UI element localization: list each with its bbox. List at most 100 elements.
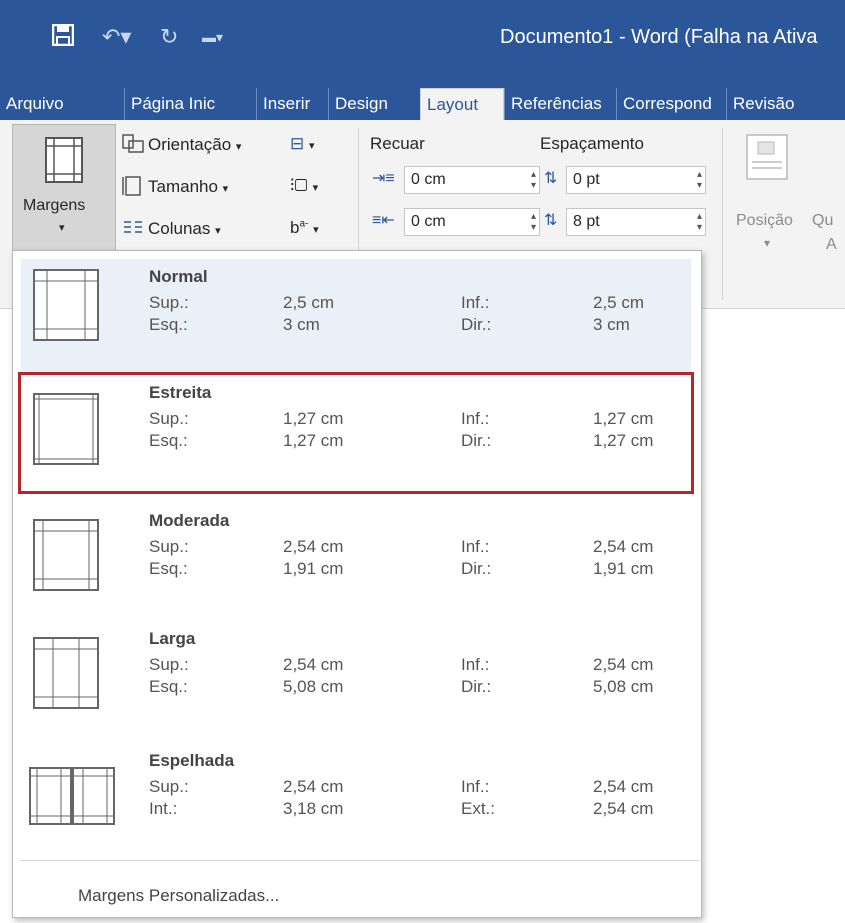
numeros-linha-button[interactable]: ⫶▢ ▾ bbox=[290, 176, 318, 196]
posicao-label[interactable]: Posição bbox=[736, 212, 793, 230]
margin-option-espelhada[interactable]: Espelhada Sup.: 2,54 cm Inf.: 2,54 cm In… bbox=[21, 743, 691, 859]
quebra-texto-label-line2: A bbox=[826, 236, 837, 253]
esq-value: 3 cm bbox=[283, 315, 320, 334]
title-bar: ↶▾ ↻ ▬▾ Documento1 - Word (Falha na Ativ… bbox=[0, 0, 845, 80]
chevron-down-icon: ▾ bbox=[312, 182, 319, 194]
margin-option-normal[interactable]: Normal Sup.: 2,5 cm Inf.: 2,5 cm Esq.: 3… bbox=[21, 259, 691, 375]
quebra-texto-label[interactable]: Qu bbox=[812, 212, 833, 230]
qat-customize-icon[interactable]: ▬▾ bbox=[202, 22, 223, 52]
ext-label: Ext.: bbox=[461, 799, 496, 818]
margin-option-name: Larga bbox=[149, 629, 196, 648]
space-after-value: 8 pt bbox=[573, 213, 600, 230]
sup-value: 2,54 cm bbox=[283, 537, 344, 556]
tamanho-label: Tamanho bbox=[148, 177, 218, 196]
margins-icon bbox=[45, 137, 83, 183]
esq-value: 5,08 cm bbox=[283, 677, 344, 696]
esq-value: 1,91 cm bbox=[283, 559, 344, 578]
inf-label: Inf.: bbox=[461, 293, 490, 312]
esq-value: 1,27 cm bbox=[283, 431, 344, 450]
space-before-input[interactable]: 0 pt ▴ ▾ bbox=[566, 166, 706, 194]
margin-option-name: Espelhada bbox=[149, 751, 235, 770]
spinner-icon[interactable]: ▴ ▾ bbox=[531, 169, 536, 191]
tab-referencias[interactable]: Referências bbox=[504, 88, 616, 120]
space-before-value: 0 pt bbox=[573, 171, 600, 188]
tab-design[interactable]: Design bbox=[328, 88, 420, 120]
tab-inserir[interactable]: Inserir bbox=[256, 88, 328, 120]
custom-margins-item[interactable]: Margens Personalizadas... bbox=[78, 886, 279, 906]
margens-label: Margens bbox=[23, 197, 86, 214]
margin-option-larga[interactable]: Larga Sup.: 2,54 cm Inf.: 2,54 cm Esq.: … bbox=[21, 621, 691, 737]
dir-value: 3 cm bbox=[593, 315, 630, 334]
dir-label: Dir.: bbox=[461, 559, 492, 578]
margin-option-name: Normal bbox=[149, 267, 208, 286]
position-icon[interactable] bbox=[746, 134, 788, 180]
spinner-icon[interactable]: ▴ ▾ bbox=[697, 169, 702, 191]
indent-left-value: 0 cm bbox=[411, 171, 446, 188]
dir-label: Dir.: bbox=[461, 677, 492, 696]
undo-icon[interactable]: ↶▾ bbox=[102, 22, 131, 52]
columns-icon bbox=[122, 218, 144, 238]
inf-value: 2,54 cm bbox=[593, 777, 654, 796]
recuar-label: Recuar bbox=[370, 134, 425, 153]
space-after-input[interactable]: 8 pt ▴ ▾ bbox=[566, 208, 706, 236]
sup-label: Sup.: bbox=[149, 409, 189, 428]
int-value: 3,18 cm bbox=[283, 799, 344, 818]
esq-label: Esq.: bbox=[149, 677, 188, 696]
esq-label: Esq.: bbox=[149, 315, 188, 334]
indent-right-input[interactable]: 0 cm ▴ ▾ bbox=[404, 208, 540, 236]
ext-value: 2,54 cm bbox=[593, 799, 654, 818]
tab-revisao[interactable]: Revisão bbox=[726, 88, 826, 120]
chevron-down-icon: ▾ bbox=[59, 222, 65, 234]
esq-label: Esq.: bbox=[149, 431, 188, 450]
chevron-down-icon: ▾ bbox=[235, 141, 242, 153]
tab-correspondencias[interactable]: Correspond bbox=[616, 88, 726, 120]
hyphenation-icon: ba- bbox=[290, 218, 309, 237]
inf-value: 1,27 cm bbox=[593, 409, 654, 428]
esq-label: Esq.: bbox=[149, 559, 188, 578]
margin-narrow-icon bbox=[33, 393, 99, 465]
size-icon bbox=[122, 176, 144, 196]
hifenizacao-button[interactable]: ba- ▾ bbox=[290, 218, 319, 238]
tab-layout[interactable]: Layout bbox=[420, 88, 504, 120]
indent-left-input[interactable]: 0 cm ▴ ▾ bbox=[404, 166, 540, 194]
redo-icon[interactable]: ↻ bbox=[160, 22, 178, 52]
quebras-button[interactable]: ⊟ ▾ bbox=[290, 134, 315, 154]
colunas-label: Colunas bbox=[148, 219, 211, 238]
margin-option-moderada[interactable]: Moderada Sup.: 2,54 cm Inf.: 2,54 cm Esq… bbox=[21, 503, 691, 619]
margin-option-estreita[interactable]: Estreita Sup.: 1,27 cm Inf.: 1,27 cm Esq… bbox=[18, 372, 694, 494]
margens-button[interactable]: Margens ▾ bbox=[12, 124, 116, 252]
sup-label: Sup.: bbox=[149, 777, 189, 796]
dir-label: Dir.: bbox=[461, 431, 492, 450]
dir-value: 5,08 cm bbox=[593, 677, 654, 696]
orientation-icon bbox=[122, 134, 144, 154]
ribbon-tabs: Arquivo Página Inic Inserir Design Layou… bbox=[0, 80, 845, 120]
margin-normal-icon bbox=[33, 269, 99, 341]
chevron-down-icon: ▾ bbox=[222, 183, 229, 195]
orientacao-button[interactable]: Orientação ▾ bbox=[122, 134, 241, 155]
dir-value: 1,27 cm bbox=[593, 431, 654, 450]
colunas-button[interactable]: Colunas ▾ bbox=[122, 218, 221, 239]
inf-label: Inf.: bbox=[461, 409, 490, 428]
tamanho-button[interactable]: Tamanho ▾ bbox=[122, 176, 228, 197]
spinner-icon[interactable]: ▴ ▾ bbox=[531, 211, 536, 233]
spinner-icon[interactable]: ▴ ▾ bbox=[697, 211, 702, 233]
sup-value: 2,5 cm bbox=[283, 293, 335, 312]
tab-arquivo[interactable]: Arquivo bbox=[0, 88, 124, 120]
spacing-after-icon: ⇅ bbox=[544, 212, 558, 229]
tab-pagina-inicial[interactable]: Página Inic bbox=[124, 88, 256, 120]
chevron-down-icon: ▾ bbox=[215, 225, 221, 237]
margins-dropdown: Normal Sup.: 2,5 cm Inf.: 2,5 cm Esq.: 3… bbox=[12, 250, 702, 918]
margin-wide-icon bbox=[33, 637, 99, 709]
save-icon[interactable] bbox=[51, 22, 75, 52]
sup-value: 1,27 cm bbox=[283, 409, 344, 428]
menu-divider bbox=[20, 860, 700, 861]
chevron-down-icon: ▾ bbox=[764, 236, 771, 250]
margin-option-name: Moderada bbox=[149, 511, 230, 530]
sup-value: 2,54 cm bbox=[283, 655, 344, 674]
breaks-icon: ⊟ bbox=[290, 134, 305, 153]
dir-value: 1,91 cm bbox=[593, 559, 654, 578]
indent-right-value: 0 cm bbox=[411, 213, 446, 230]
line-numbers-icon: ⫶▢ bbox=[290, 176, 308, 195]
sup-label: Sup.: bbox=[149, 293, 189, 312]
sup-value: 2,54 cm bbox=[283, 777, 344, 796]
